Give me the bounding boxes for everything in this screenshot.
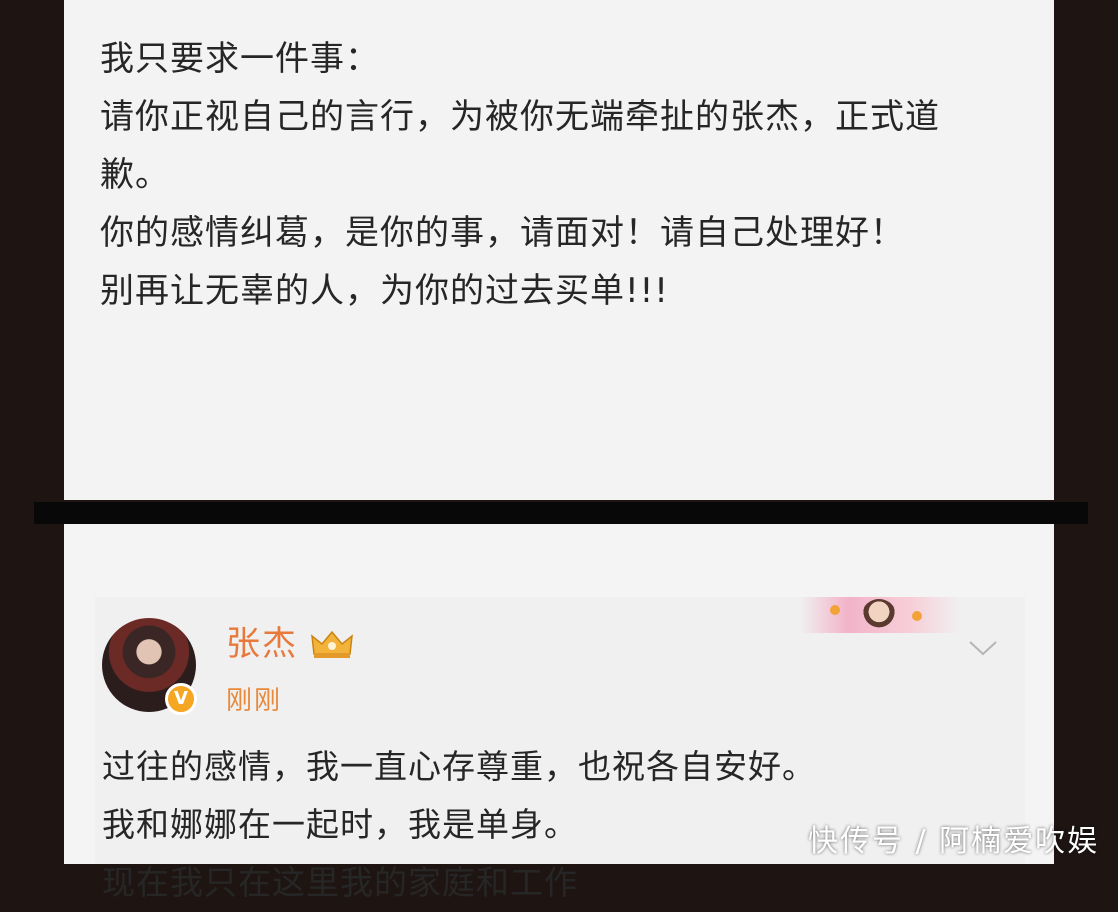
post-line: 歉。 — [100, 155, 170, 195]
post-line: 我只要求一件事： — [100, 39, 380, 79]
watermark: 快传号 / 阿楠爱吹娱 — [808, 824, 1100, 859]
screenshot-divider — [34, 502, 1088, 524]
top-post-text: 我只要求一件事： 请你正视自己的言行，为被你无端牵扯的张杰，正式道 歉。 你的感… — [100, 30, 1030, 320]
post-line: 现在我只在这里我的家庭和工作 — [102, 863, 578, 902]
chevron-down-icon[interactable] — [968, 638, 998, 658]
post-line: 过往的感情，我一直心存尊重，也祝各自安好。 — [102, 747, 816, 786]
decoration-dot — [912, 611, 922, 621]
decoration-banner — [800, 597, 960, 633]
post-timestamp: 刚刚 — [226, 686, 283, 716]
banner-portrait — [862, 599, 896, 631]
verified-icon: V — [165, 683, 197, 715]
crown-icon — [311, 630, 353, 658]
post-line: 别再让无辜的人，为你的过去买单!!! — [100, 271, 669, 311]
decoration-dot — [830, 605, 840, 615]
username[interactable]: 张杰 — [226, 622, 298, 666]
post-line: 请你正视自己的言行，为被你无端牵扯的张杰，正式道 — [100, 97, 940, 137]
post-line: 你的感情纠葛，是你的事，请面对！请自己处理好！ — [100, 213, 905, 253]
